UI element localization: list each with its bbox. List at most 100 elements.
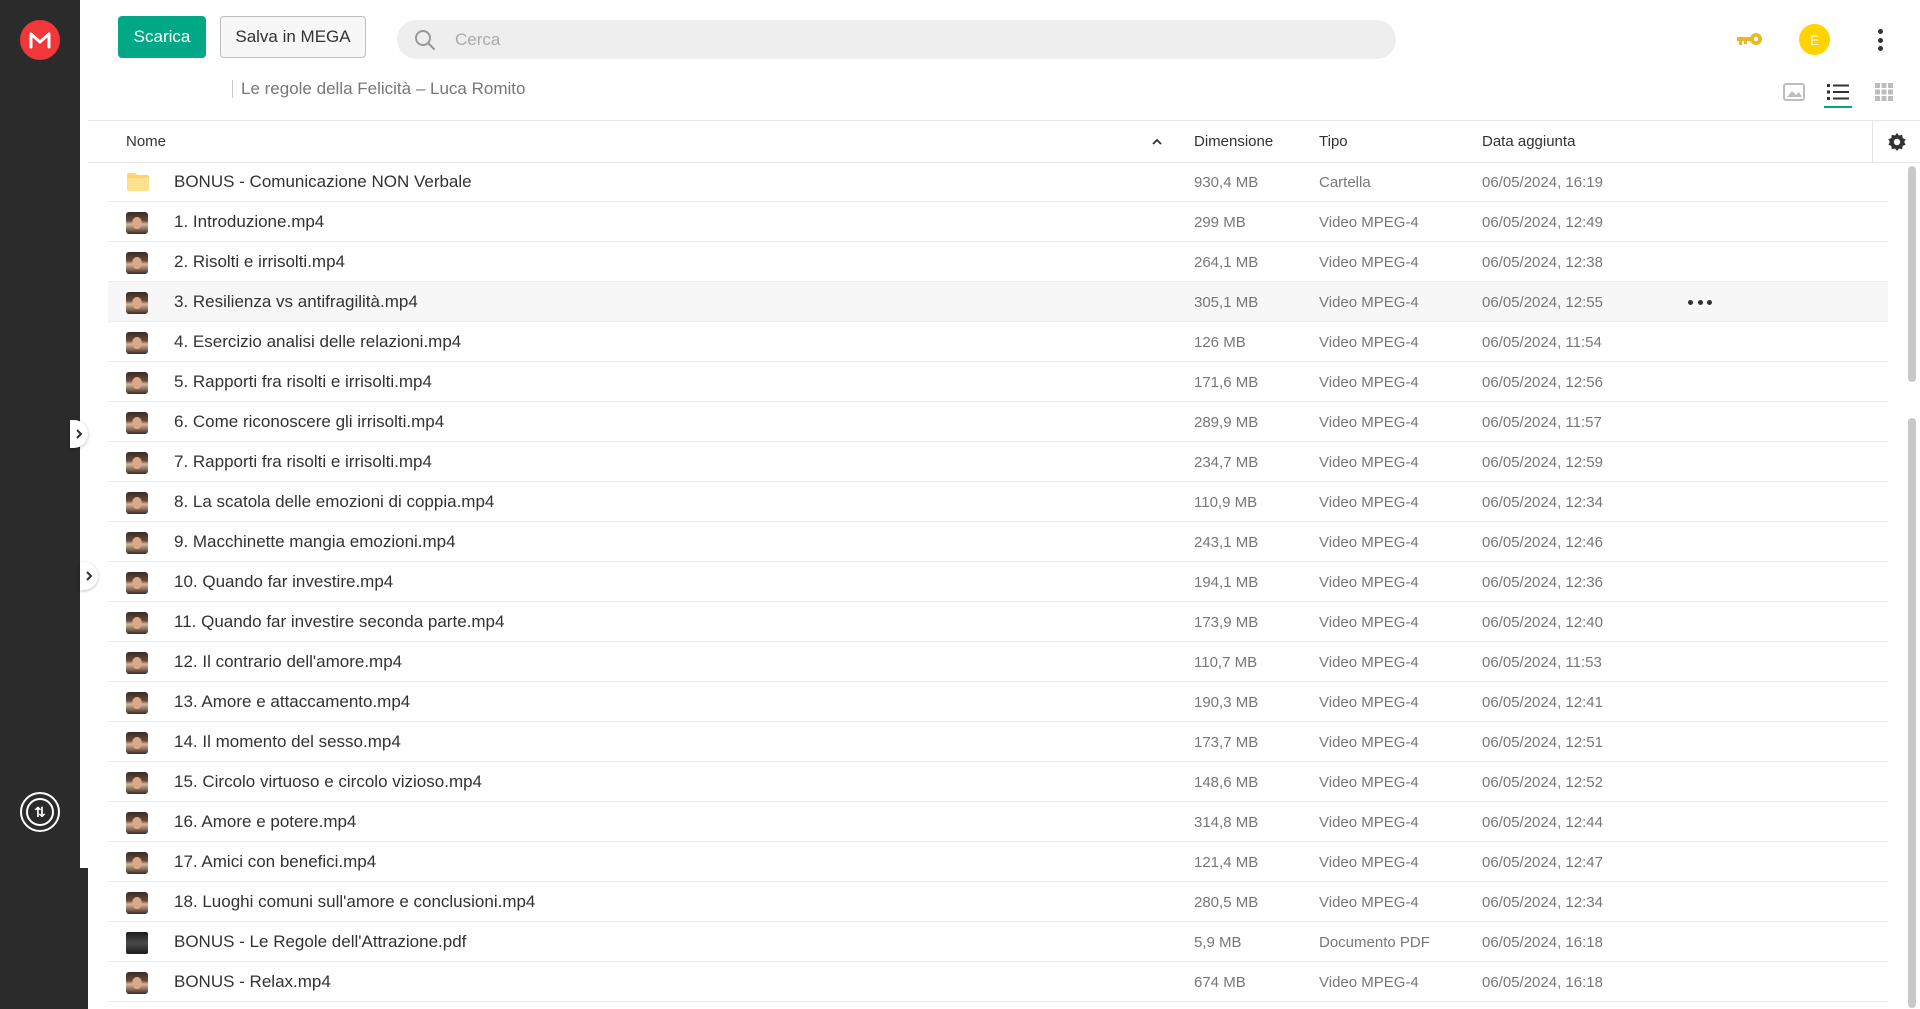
file-name: 8. La scatola delle emozioni di coppia.m… — [174, 492, 495, 511]
left-rail-lower — [0, 868, 88, 1009]
file-size: 289,9 MB — [1194, 414, 1259, 431]
file-name: BONUS - Le Regole dell'Attrazione.pdf — [174, 932, 467, 951]
table-row[interactable]: 8. La scatola delle emozioni di coppia.m… — [108, 482, 1888, 522]
user-avatar[interactable]: E — [1799, 24, 1830, 55]
table-row[interactable]: 11. Quando far investire seconda parte.m… — [108, 602, 1888, 642]
grid-view-icon[interactable] — [1870, 78, 1898, 106]
download-button[interactable]: Scarica — [118, 16, 206, 58]
table-row[interactable]: 16. Amore e potere.mp4 314,8 MB Video MPEG… — [108, 802, 1888, 842]
file-type: Video MPEG-4 — [1319, 414, 1419, 431]
file-size: 110,7 MB — [1194, 654, 1258, 671]
table-row[interactable]: 10. Quando far investire.mp4 194,1 MB Vide… — [108, 562, 1888, 602]
column-header-name[interactable]: Nome — [126, 133, 166, 150]
file-date-added: 06/05/2024, 12:51 — [1482, 734, 1603, 751]
file-size: 314,8 MB — [1194, 814, 1259, 831]
row-more-options-icon[interactable] — [1688, 292, 1712, 312]
file-type: Video MPEG-4 — [1319, 974, 1419, 991]
table-row[interactable]: 15. Circolo virtuoso e circolo vizioso.m… — [108, 762, 1888, 802]
file-name: 18. Luoghi comuni sull'amore e conclusio… — [174, 892, 536, 911]
file-name: 11. Quando far investire seconda parte.m… — [174, 612, 505, 631]
file-date-added: 06/05/2024, 12:47 — [1482, 854, 1603, 871]
table-row[interactable]: 1. Introduzione.mp4 299 MB Video MPEG-4 06/… — [108, 202, 1888, 242]
table-row[interactable]: 12. Il contrario dell'amore.mp4 110,7 MB V… — [108, 642, 1888, 682]
file-size: 173,9 MB — [1194, 614, 1259, 631]
file-date-added: 06/05/2024, 12:59 — [1482, 454, 1603, 471]
table-row[interactable]: 17. Amici con benefici.mp4 121,4 MB Video … — [108, 842, 1888, 882]
file-date-added: 06/05/2024, 16:19 — [1482, 174, 1603, 191]
file-name: 5. Rapporti fra risolti e irrisolti.mp4 — [174, 372, 432, 391]
file-date-added: 06/05/2024, 11:54 — [1482, 334, 1602, 351]
file-name: 6. Come riconoscere gli irrisolti.mp4 — [174, 412, 445, 431]
table-row[interactable]: 6. Come riconoscere gli irrisolti.mp4 289… — [108, 402, 1888, 442]
file-name: 16. Amore e potere.mp4 — [174, 812, 357, 831]
file-size: 173,7 MB — [1194, 734, 1259, 751]
file-size: 305,1 MB — [1194, 294, 1259, 311]
column-settings-gear-icon[interactable] — [1872, 121, 1920, 163]
column-header-size[interactable]: Dimensione — [1194, 133, 1273, 150]
video-thumbnail-icon — [126, 652, 148, 674]
file-name: 1. Introduzione.mp4 — [174, 212, 325, 231]
video-thumbnail-icon — [126, 692, 148, 714]
scrollbar-thumb-secondary[interactable] — [1908, 418, 1916, 1008]
table-row[interactable]: 5. Rapporti fra risolti e irrisolti.mp4 1… — [108, 362, 1888, 402]
mega-logo-icon[interactable] — [20, 20, 60, 60]
table-row[interactable]: 2. Risolti e irrisolti.mp4 264,1 MB Video … — [108, 242, 1888, 282]
file-type: Video MPEG-4 — [1319, 814, 1419, 831]
search-bar[interactable] — [397, 20, 1396, 59]
table-row[interactable]: 18. Luoghi comuni sull'amore e conclusio… — [108, 882, 1888, 922]
expand-sidebar-handle[interactable] — [70, 420, 88, 448]
table-row[interactable]: BONUS - Le Regole dell'Attrazione.pdf 5,9… — [108, 922, 1888, 962]
file-size: 148,6 MB — [1194, 774, 1259, 791]
file-name: 14. Il momento del sesso.mp4 — [174, 732, 401, 751]
file-date-added: 06/05/2024, 12:46 — [1482, 534, 1603, 551]
video-thumbnail-icon — [126, 292, 148, 314]
file-date-added: 06/05/2024, 12:34 — [1482, 494, 1603, 511]
video-thumbnail-icon — [126, 612, 148, 634]
pdf-thumbnail-icon — [126, 932, 148, 954]
key-icon[interactable] — [1734, 27, 1766, 51]
list-view-icon[interactable] — [1824, 78, 1852, 108]
file-name: BONUS - Relax.mp4 — [174, 972, 331, 991]
file-date-added: 06/05/2024, 12:38 — [1482, 254, 1603, 271]
table-row[interactable]: 3. Resilienza vs antifragilità.mp4 305,1 … — [108, 282, 1888, 322]
more-menu-icon[interactable] — [1868, 26, 1892, 54]
column-header-type[interactable]: Tipo — [1319, 133, 1348, 150]
sort-ascending-icon[interactable] — [1150, 135, 1164, 149]
video-thumbnail-icon — [126, 532, 148, 554]
transfer-manager-icon[interactable]: ⇅ — [20, 792, 60, 832]
table-row[interactable]: 14. Il momento del sesso.mp4 173,7 MB Vide… — [108, 722, 1888, 762]
save-to-mega-button[interactable]: Salva in MEGA — [220, 16, 366, 58]
file-name: 9. Macchinette mangia emozioni.mp4 — [174, 532, 456, 551]
file-name: 3. Resilienza vs antifragilità.mp4 — [174, 292, 418, 311]
file-type: Video MPEG-4 — [1319, 294, 1419, 311]
file-date-added: 06/05/2024, 12:34 — [1482, 894, 1603, 911]
table-row[interactable]: 4. Esercizio analisi delle relazioni.mp4… — [108, 322, 1888, 362]
table-row[interactable]: 9. Macchinette mangia emozioni.mp4 243,1 … — [108, 522, 1888, 562]
file-type: Video MPEG-4 — [1319, 654, 1419, 671]
file-date-added: 06/05/2024, 12:55 — [1482, 294, 1603, 311]
file-size: 110,9 MB — [1194, 494, 1258, 511]
table-row[interactable]: BONUS - Relax.mp4 674 MB Video MPEG-4 06/05… — [108, 962, 1888, 1002]
search-input[interactable] — [455, 29, 1355, 50]
video-thumbnail-icon — [126, 252, 148, 274]
file-date-added: 06/05/2024, 12:40 — [1482, 614, 1603, 631]
table-row[interactable]: 7. Rapporti fra risolti e irrisolti.mp4 2… — [108, 442, 1888, 482]
file-name: 15. Circolo virtuoso e circolo vizioso.m… — [174, 772, 483, 791]
file-type: Video MPEG-4 — [1319, 614, 1419, 631]
table-row[interactable]: BONUS - Comunicazione NON Verbale 930,4 M… — [108, 162, 1888, 202]
file-name: 10. Quando far investire.mp4 — [174, 572, 394, 591]
file-type: Video MPEG-4 — [1319, 254, 1419, 271]
expand-panel-handle[interactable] — [80, 562, 98, 590]
scrollbar-thumb[interactable] — [1908, 166, 1916, 382]
file-date-added: 06/05/2024, 12:36 — [1482, 574, 1603, 591]
video-thumbnail-icon — [126, 732, 148, 754]
thumbnail-view-icon[interactable] — [1780, 78, 1808, 106]
search-icon — [411, 26, 439, 54]
file-size: 280,5 MB — [1194, 894, 1259, 911]
file-type: Video MPEG-4 — [1319, 374, 1419, 391]
table-row[interactable]: 13. Amore e attaccamento.mp4 190,3 MB Vide… — [108, 682, 1888, 722]
file-date-added: 06/05/2024, 12:56 — [1482, 374, 1603, 391]
column-header-date[interactable]: Data aggiunta — [1482, 133, 1575, 150]
file-type: Cartella — [1319, 174, 1371, 191]
breadcrumb-current-folder[interactable]: Le regole della Felicità – Luca Romito — [241, 79, 525, 99]
